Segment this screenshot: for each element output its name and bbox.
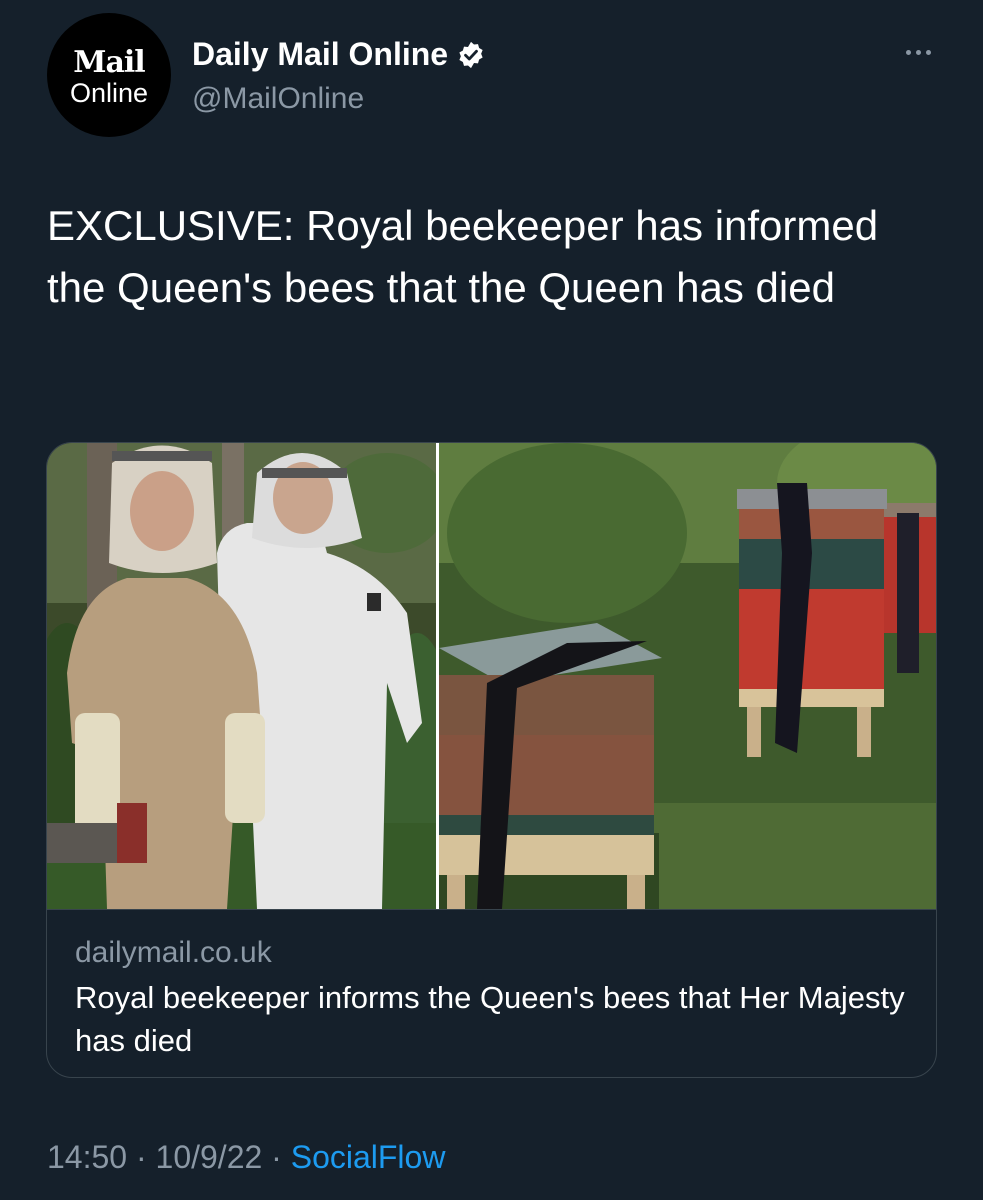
more-dot xyxy=(905,49,911,55)
more-options-icon[interactable] xyxy=(896,36,940,68)
display-name-text: Daily Mail Online xyxy=(192,36,449,72)
card-photo-collage xyxy=(47,443,936,909)
tweet-time[interactable]: 14:50 xyxy=(47,1136,127,1178)
tweet-footer: 14:50 · 10/9/22 · SocialFlow xyxy=(47,1136,445,1178)
avatar-logo-bottom: Online xyxy=(69,78,149,108)
handle[interactable]: @MailOnline xyxy=(192,80,364,118)
card-title: Royal beekeeper informs the Queen's bees… xyxy=(75,980,905,1058)
tweet-text: EXCLUSIVE: Royal beekeeper has informed … xyxy=(47,202,879,311)
link-card[interactable]: dailymail.co.uk Royal beekeeper informs … xyxy=(46,442,937,1078)
card-domain: dailymail.co.uk xyxy=(75,936,272,969)
display-name[interactable]: Daily Mail Online xyxy=(192,34,486,74)
tweet-date[interactable]: 10/9/22 xyxy=(156,1136,263,1178)
more-dot xyxy=(925,49,931,55)
avatar-logo-top: Mail xyxy=(73,45,145,80)
footer-separator: · xyxy=(262,1139,291,1175)
verified-badge-icon xyxy=(456,39,486,69)
footer-separator: · xyxy=(127,1139,156,1175)
card-meta: dailymail.co.uk Royal beekeeper informs … xyxy=(47,909,936,1077)
avatar[interactable]: Mail Online xyxy=(47,13,171,137)
card-image xyxy=(47,443,936,909)
tweet: Mail Online Daily Mail Online @MailOnlin… xyxy=(0,0,983,1200)
more-dot xyxy=(915,49,921,55)
tweet-source-link[interactable]: SocialFlow xyxy=(291,1136,446,1178)
